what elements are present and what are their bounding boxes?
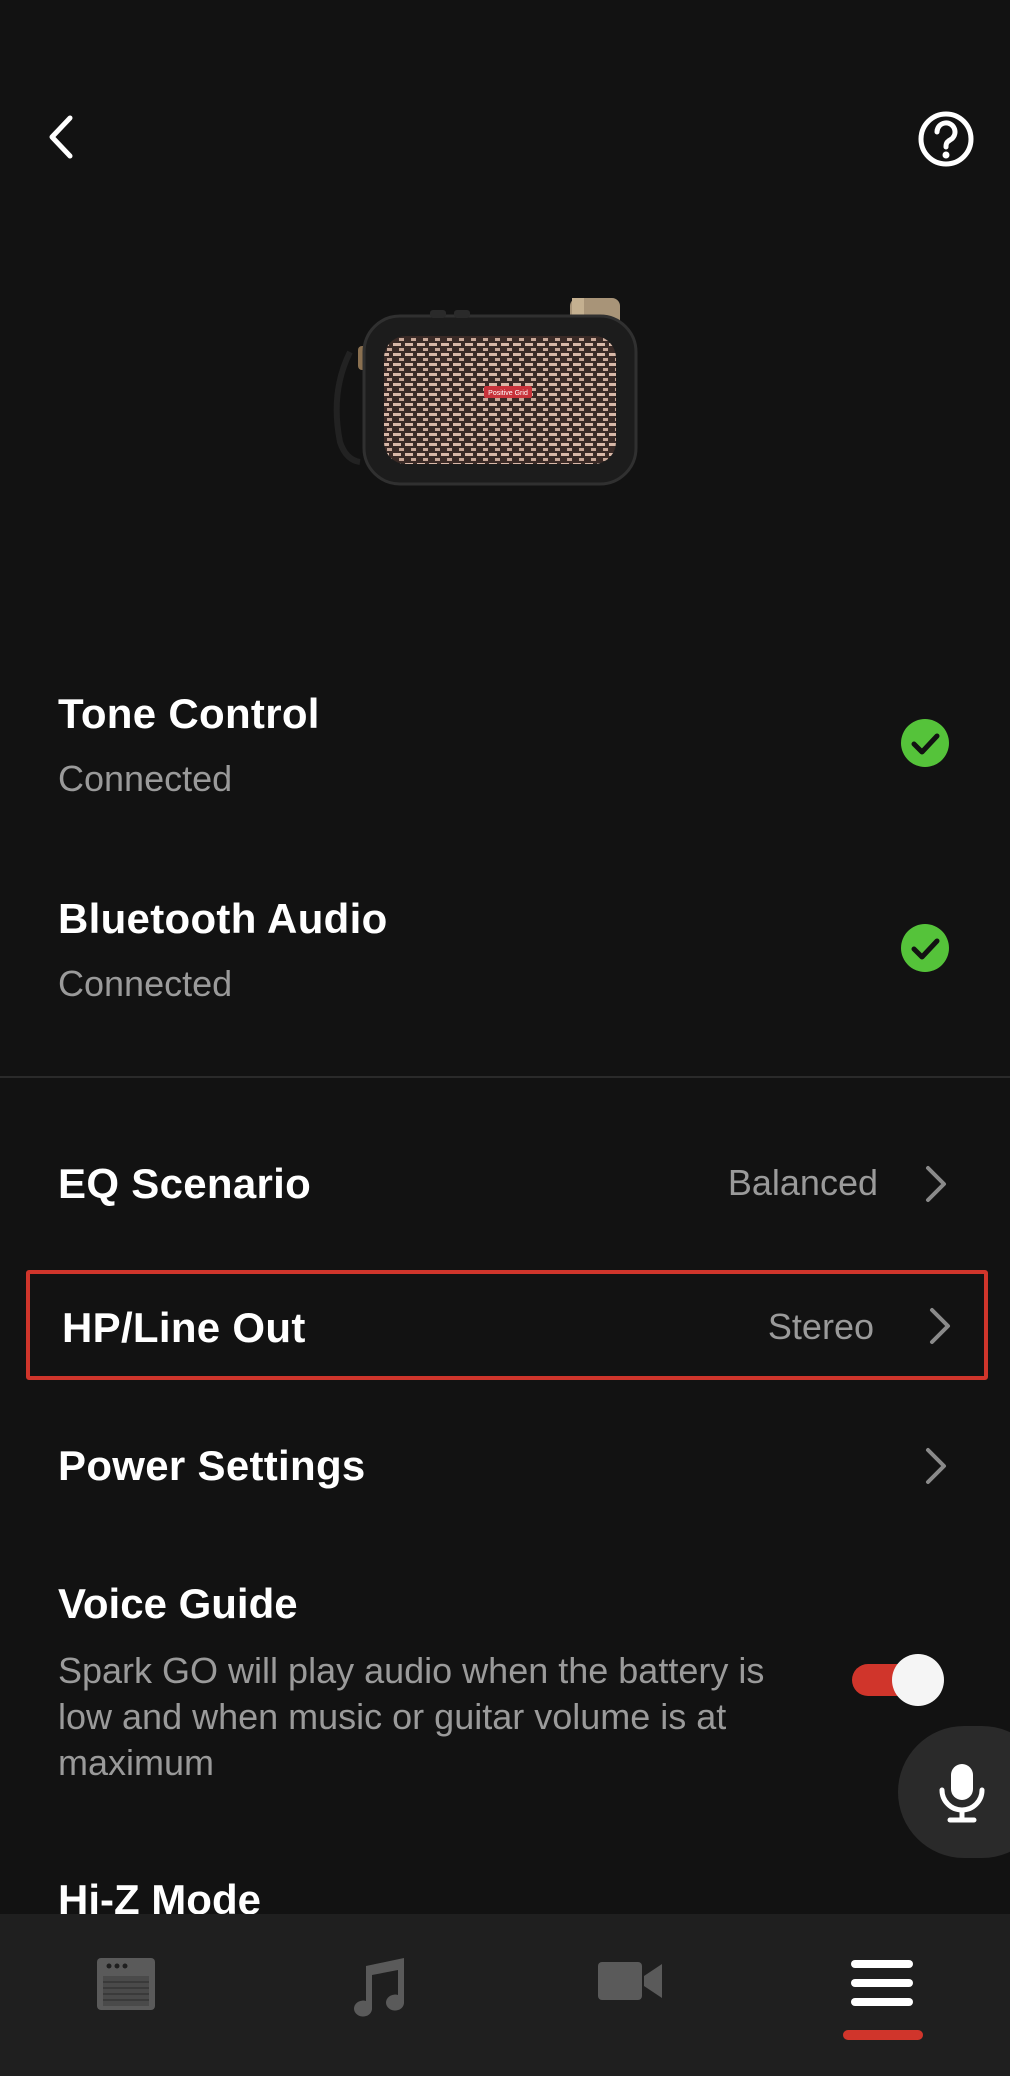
chevron-left-icon (49, 115, 73, 159)
tone-control-title: Tone Control (58, 690, 320, 737)
help-button[interactable] (912, 105, 980, 173)
hp-line-out-value: Stereo (767, 1306, 874, 1347)
bluetooth-audio-status: Bluetooth Audio Connected (0, 895, 1010, 1055)
eq-scenario-value: Balanced (727, 1162, 878, 1203)
bluetooth-audio-status-text: Connected (58, 963, 233, 1004)
nav-tab-video[interactable] (504, 1914, 756, 2076)
check-circle-icon (901, 719, 949, 767)
hp-line-out-label: HP/Line Out (62, 1304, 306, 1351)
eq-scenario-row[interactable]: EQ Scenario Balanced (26, 1132, 988, 1236)
chevron-right-icon (930, 1308, 950, 1344)
active-tab-indicator (843, 2030, 923, 2040)
speaker-device-image: Positive Grid (320, 292, 660, 492)
back-button[interactable] (30, 105, 94, 169)
tone-control-status: Tone Control Connected (0, 690, 1010, 850)
amp-icon (97, 1958, 155, 2010)
video-camera-icon (598, 1962, 662, 2000)
section-divider (0, 1076, 1010, 1078)
microphone-icon (939, 1764, 985, 1823)
music-note-icon (354, 1958, 405, 2017)
bottom-navigation (0, 1914, 1010, 2076)
power-settings-label: Power Settings (58, 1442, 366, 1489)
bluetooth-audio-title: Bluetooth Audio (58, 895, 388, 942)
help-icon (918, 111, 974, 167)
voice-guide-toggle[interactable] (852, 1654, 944, 1706)
nav-tab-menu[interactable] (756, 1914, 1008, 2076)
voice-guide-label: Voice Guide (58, 1580, 298, 1627)
tone-control-status-text: Connected (58, 758, 233, 799)
chevron-right-icon (926, 1448, 946, 1484)
eq-scenario-label: EQ Scenario (58, 1160, 312, 1207)
hp-line-out-row[interactable]: HP/Line Out Stereo (26, 1270, 988, 1380)
nav-tab-amp[interactable] (0, 1914, 252, 2076)
toggle-knob (892, 1654, 944, 1706)
check-circle-icon (901, 924, 949, 972)
chevron-right-icon (926, 1166, 946, 1202)
menu-icon (851, 1960, 913, 2006)
settings-screen: Positive Grid Tone Control Connected Blu… (0, 0, 1010, 2076)
svg-text:Positive Grid: Positive Grid (488, 390, 528, 397)
nav-tab-music[interactable] (252, 1914, 504, 2076)
voice-guide-description: Spark GO will play audio when the batter… (58, 1650, 765, 1783)
voice-input-button[interactable] (898, 1726, 1010, 1858)
power-settings-row[interactable]: Power Settings (26, 1414, 988, 1518)
